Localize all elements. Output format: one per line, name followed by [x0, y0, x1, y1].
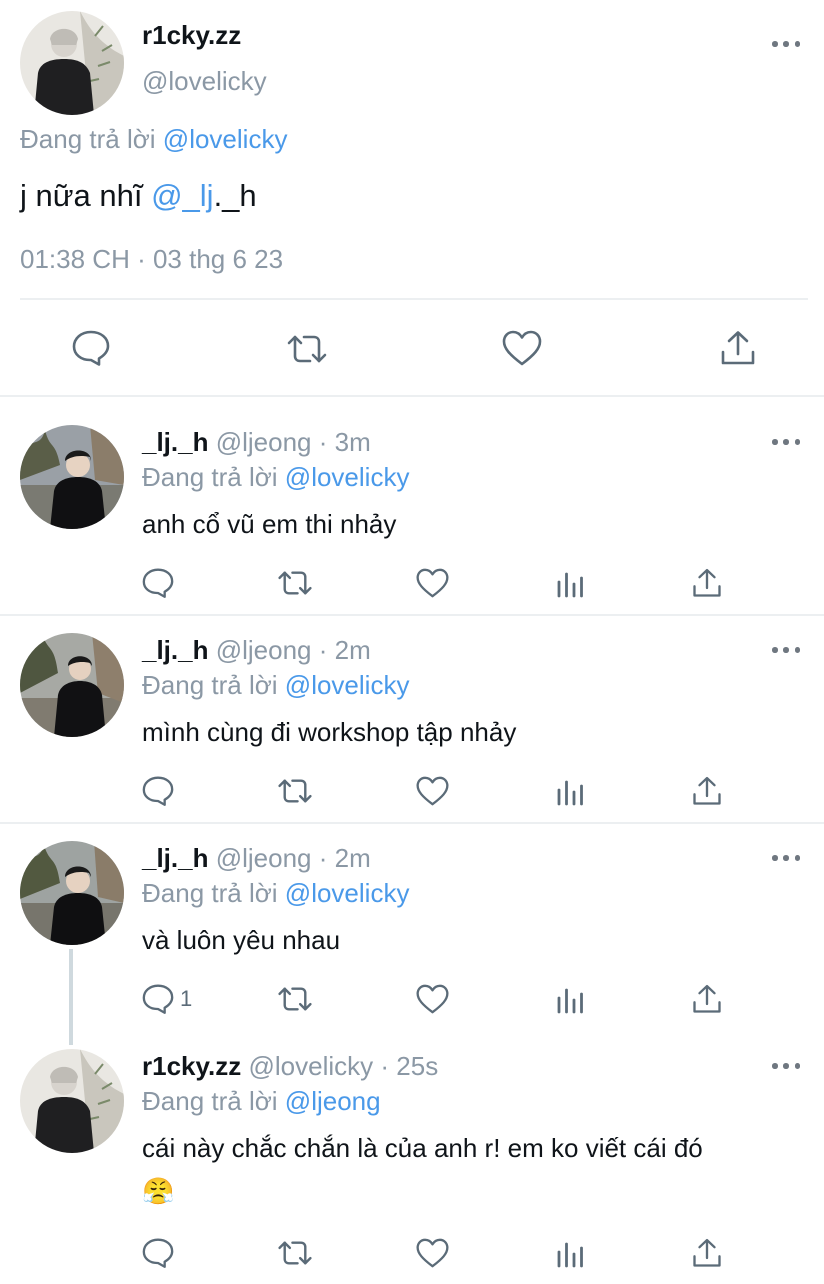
more-dots-icon[interactable]	[772, 437, 800, 447]
share-icon[interactable]	[720, 330, 756, 366]
emoji: 😤	[142, 1176, 175, 1206]
divider	[0, 395, 824, 397]
replying-to-line: Đang trả lời @lovelicky	[142, 878, 409, 909]
tweet-text: j nữa nhĩ @_lj._h	[20, 178, 257, 214]
display-name[interactable]: _lj._h	[142, 843, 208, 873]
more-dots-icon[interactable]	[772, 39, 800, 49]
tweet-text-suffix: ._h	[213, 178, 257, 213]
retweet-icon[interactable]	[277, 1240, 313, 1266]
retweet-icon[interactable]	[277, 570, 313, 596]
handle[interactable]: @lovelicky	[142, 66, 267, 97]
bar-chart-icon[interactable]	[556, 778, 584, 806]
replying-prefix: Đang trả lời	[142, 670, 278, 700]
more-dots-icon[interactable]	[772, 853, 800, 863]
replying-to-link[interactable]: @lovelicky	[163, 124, 288, 154]
handle[interactable]: @ljeong	[216, 843, 312, 873]
reply-text: mình cùng đi workshop tập nhảy	[142, 717, 517, 747]
reply-header: _lj._h @ljeong · 3m	[142, 427, 371, 458]
display-name[interactable]: r1cky.zz	[142, 20, 241, 51]
replying-to-line: Đang trả lời @ljeong	[142, 1086, 381, 1117]
timestamp[interactable]: 01:38 CH · 03 thg 6 23	[20, 244, 283, 275]
reply-count: 1	[180, 986, 193, 1011]
handle[interactable]: @lovelicky	[249, 1051, 374, 1081]
share-icon[interactable]	[692, 776, 722, 806]
divider	[0, 614, 824, 616]
divider	[0, 822, 824, 824]
reply-header: _lj._h @ljeong · 2m	[142, 635, 371, 666]
heart-icon[interactable]	[416, 568, 449, 598]
display-name[interactable]: r1cky.zz	[142, 1051, 241, 1081]
replying-to-line: Đang trả lời @lovelicky	[142, 462, 409, 493]
replying-prefix: Đang trả lời	[142, 462, 278, 492]
divider	[20, 298, 808, 300]
relative-time[interactable]: · 2m	[319, 843, 371, 873]
bar-chart-icon[interactable]	[556, 1240, 584, 1268]
display-name[interactable]: _lj._h	[142, 427, 208, 457]
avatar[interactable]	[20, 633, 124, 737]
reply-header: r1cky.zz @lovelicky · 25s	[142, 1051, 438, 1082]
replying-prefix: Đang trả lời	[20, 124, 156, 154]
heart-icon[interactable]	[416, 776, 449, 806]
speech-bubble-icon[interactable]	[142, 568, 174, 598]
speech-bubble-icon[interactable]	[142, 984, 174, 1014]
thread-connector	[69, 949, 73, 1045]
handle[interactable]: @ljeong	[216, 635, 312, 665]
replying-to-link[interactable]: @ljeong	[285, 1086, 381, 1116]
reply-header: _lj._h @ljeong · 2m	[142, 843, 371, 874]
relative-time[interactable]: · 3m	[319, 427, 371, 457]
more-dots-icon[interactable]	[772, 1061, 800, 1071]
retweet-icon[interactable]	[277, 778, 313, 804]
reply-text: và luôn yêu nhau	[142, 925, 341, 955]
replying-to-link[interactable]: @lovelicky	[285, 462, 410, 492]
heart-icon[interactable]	[502, 330, 542, 366]
heart-icon[interactable]	[416, 984, 449, 1014]
relative-time[interactable]: · 2m	[319, 635, 371, 665]
avatar[interactable]	[20, 11, 124, 115]
heart-icon[interactable]	[416, 1238, 449, 1268]
avatar[interactable]	[20, 1049, 124, 1153]
replying-to-line: Đang trả lời @lovelicky	[142, 670, 409, 701]
avatar[interactable]	[20, 425, 124, 529]
speech-bubble-icon[interactable]	[142, 1238, 174, 1268]
bar-chart-icon[interactable]	[556, 986, 584, 1014]
replying-to-link[interactable]: @lovelicky	[285, 670, 410, 700]
reply-text: anh cổ vũ em thi nhảy	[142, 509, 397, 539]
replying-prefix: Đang trả lời	[142, 1086, 278, 1116]
share-icon[interactable]	[692, 1238, 722, 1268]
display-name[interactable]: _lj._h	[142, 635, 208, 665]
handle[interactable]: @ljeong	[216, 427, 312, 457]
retweet-icon[interactable]	[277, 986, 313, 1012]
share-icon[interactable]	[692, 568, 722, 598]
replying-to-link[interactable]: @lovelicky	[285, 878, 410, 908]
replying-prefix: Đang trả lời	[142, 878, 278, 908]
mention-link[interactable]: @_lj	[151, 178, 213, 213]
speech-bubble-icon[interactable]	[72, 330, 110, 366]
more-dots-icon[interactable]	[772, 645, 800, 655]
relative-time[interactable]: · 25s	[380, 1051, 438, 1081]
speech-bubble-icon[interactable]	[142, 776, 174, 806]
avatar[interactable]	[20, 841, 124, 945]
retweet-icon[interactable]	[286, 334, 328, 364]
replying-to-line: Đang trả lời @lovelicky	[20, 124, 287, 155]
bar-chart-icon[interactable]	[556, 570, 584, 598]
tweet-text-prefix: j nữa nhĩ	[20, 178, 143, 213]
reply-text: cái này chắc chắn là của anh r! em ko vi…	[142, 1133, 703, 1163]
share-icon[interactable]	[692, 984, 722, 1014]
